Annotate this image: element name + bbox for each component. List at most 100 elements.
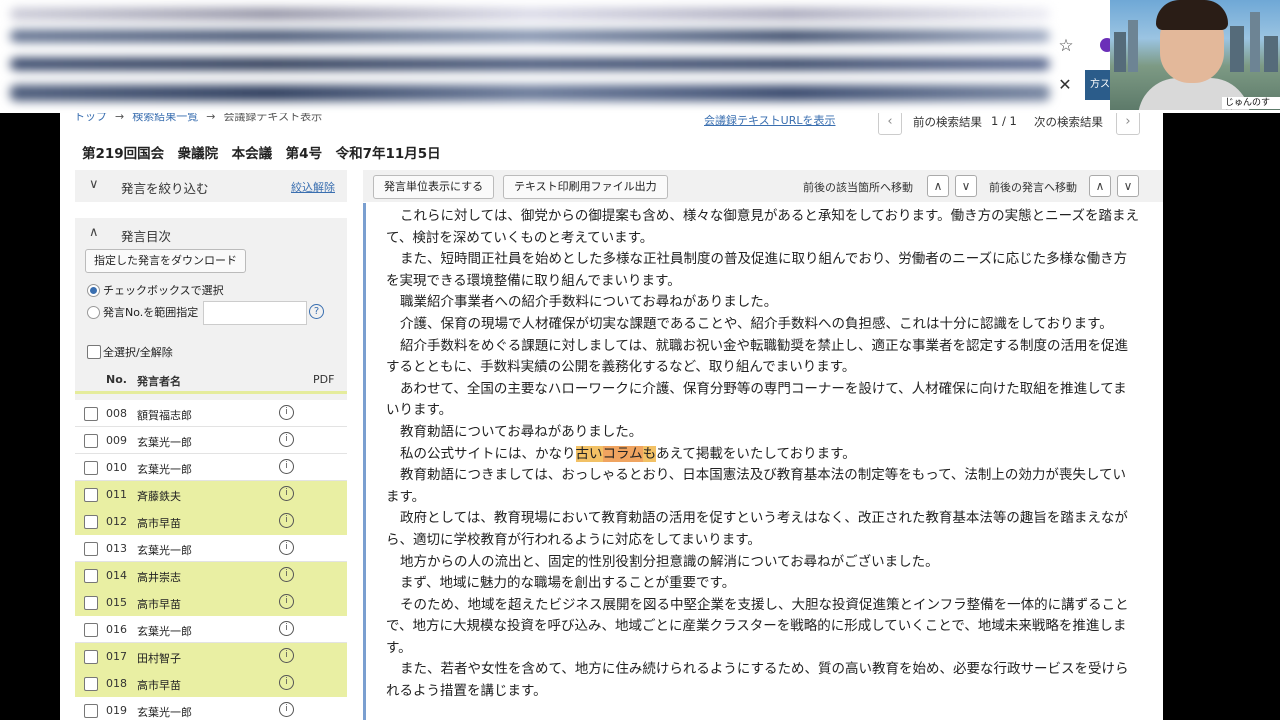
left-panel: ∨ 発言を絞り込む 絞込解除 ∧ 発言目次 指定した発言をダウンロード チェック… [75,170,347,720]
speaker-row[interactable]: 015 高市早苗 i [75,589,347,616]
speaker-name[interactable]: 玄葉光一郎 [137,704,192,720]
clear-filter-link[interactable]: 絞込解除 [291,179,335,195]
text-span: 私の公式サイトには、かなり [400,445,576,462]
speaker-name[interactable]: 高井崇志 [137,569,181,585]
paragraph: また、若者や女性を含めて、地方に住み続けられるようにするため、質の高い教育を始め… [386,661,1129,700]
chevron-up-icon[interactable]: ∧ [1089,175,1111,197]
help-icon[interactable]: ? [309,304,324,319]
search-highlight: も [642,445,657,462]
speaker-row[interactable]: 008 額賀福志郎 i [75,400,347,427]
speaker-row[interactable]: 019 玄葉光一郎 i [75,697,347,720]
breadcrumb: トップ → 検索結果一覧 → 会議録テキスト表示 [74,113,322,124]
speaker-no: 018 [106,677,127,690]
chevron-down-icon[interactable]: ∨ [89,177,99,192]
speaker-row[interactable]: 018 高市早苗 i [75,670,347,697]
paragraph-highlighted: 私の公式サイトには、かなり古いコラムもあえて掲載をいたしております。 [386,444,1139,466]
info-icon[interactable]: i [279,594,294,609]
print-output-button[interactable]: テキスト印刷用ファイル出力 [503,175,668,199]
speaker-no: 015 [106,596,127,609]
breadcrumb-results[interactable]: 検索結果一覧 [132,113,198,123]
speaker-name[interactable]: 玄葉光一郎 [137,623,192,639]
close-icon[interactable]: ✕ [1056,76,1074,94]
show-url-link[interactable]: 会議録テキストURLを表示 [704,113,836,128]
header-divider [75,391,347,394]
speaker-row[interactable]: 011 斉藤鉄夫 i [75,481,347,508]
speaker-name[interactable]: 玄葉光一郎 [137,461,192,477]
filter-section[interactable]: ∨ 発言を絞り込む 絞込解除 [75,170,347,202]
speaker-row[interactable]: 017 田村智子 i [75,643,347,670]
speaker-row[interactable]: 010 玄葉光一郎 i [75,454,347,481]
bookmark-star-icon[interactable]: ☆ [1057,37,1075,55]
next-result-link[interactable]: 次の検索結果 [1034,114,1103,130]
select-all-checkbox[interactable] [87,345,101,359]
row-checkbox[interactable] [84,623,98,637]
info-icon[interactable]: i [279,540,294,555]
breadcrumb-home[interactable]: トップ [74,113,107,123]
by-speech-button[interactable]: 発言単位表示にする [373,175,495,199]
select-all-label: 全選択/全解除 [103,346,173,359]
speaker-row[interactable]: 013 玄葉光一郎 i [75,535,347,562]
chevron-down-icon[interactable]: ∨ [1117,175,1139,197]
chevron-up-icon[interactable]: ∧ [89,225,99,240]
speaker-no: 017 [106,650,127,663]
paragraph: 政府としては、教育現場において教育勅語の活用を促すという考えはなく、改正された教… [386,510,1128,548]
row-checkbox[interactable] [84,434,98,448]
move-match-label: 前後の該当箇所へ移動 [803,181,913,194]
speaker-name[interactable]: 高市早苗 [137,677,181,693]
info-icon[interactable]: i [279,648,294,663]
speaker-name[interactable]: 高市早苗 [137,515,181,531]
info-icon[interactable]: i [279,432,294,447]
radio-range-label: 発言No.を範囲指定 [103,306,199,319]
speaker-no: 012 [106,515,127,528]
prev-result-link[interactable]: 前の検索結果 [913,114,982,130]
minutes-page: トップ → 検索結果一覧 → 会議録テキスト表示 会議録テキストURLを表示 ‹ 前の検… [60,113,1163,720]
info-icon[interactable]: i [279,702,294,717]
info-icon[interactable]: i [279,486,294,501]
speaker-name[interactable]: 田村智子 [137,650,181,666]
speaker-row[interactable]: 016 玄葉光一郎 i [75,616,347,643]
range-input[interactable] [203,301,307,325]
speaker-name[interactable]: 高市早苗 [137,596,181,612]
col-header-pdf: PDF [313,373,335,386]
speaker-no: 013 [106,542,127,555]
blurred-band [10,30,1050,42]
speaker-row[interactable]: 012 高市早苗 i [75,508,347,535]
speaker-name[interactable]: 斉藤鉄夫 [137,488,181,504]
speaker-name[interactable]: 玄葉光一郎 [137,434,192,450]
row-checkbox[interactable] [84,650,98,664]
row-checkbox[interactable] [84,704,98,718]
speaker-row[interactable]: 014 高井崇志 i [75,562,347,589]
row-checkbox[interactable] [84,407,98,421]
row-checkbox[interactable] [84,488,98,502]
next-result-arrow-icon[interactable]: › [1116,113,1140,135]
speaker-name[interactable]: 玄葉光一郎 [137,542,192,558]
row-checkbox[interactable] [84,596,98,610]
result-position: 1 / 1 [991,114,1017,128]
info-icon[interactable]: i [279,513,294,528]
paragraph: 介護、保育の現場で人材確保が切実な課題であることや、紹介手数料への負担感、これは… [400,315,1113,332]
speaker-name[interactable]: 額賀福志郎 [137,407,192,423]
info-icon[interactable]: i [279,675,294,690]
browser-toolbar: ☆ ✕ 方ス [0,0,1280,113]
speaker-row[interactable]: 009 玄葉光一郎 i [75,427,347,454]
info-icon[interactable]: i [279,621,294,636]
filter-title[interactable]: 発言を絞り込む [121,178,209,197]
radio-checkbox-select[interactable] [87,284,100,297]
row-checkbox[interactable] [84,677,98,691]
info-icon[interactable]: i [279,459,294,474]
row-checkbox[interactable] [84,569,98,583]
text-span: あえて掲載をいたしております。 [656,445,856,462]
info-icon[interactable]: i [279,405,294,420]
paragraph: あわせて、全国の主要なハローワークに介護、保育分野等の専門コーナーを設けて、人材… [386,380,1127,419]
prev-result-arrow-icon[interactable]: ‹ [878,113,902,135]
toc-title[interactable]: 発言目次 [121,226,171,245]
row-checkbox[interactable] [84,515,98,529]
radio-range-select[interactable] [87,306,100,319]
info-icon[interactable]: i [279,567,294,582]
row-checkbox[interactable] [84,461,98,475]
paragraph: 教育勅語につきましては、おっしゃるとおり、日本国憲法及び教育基本法の制定等をもっ… [386,467,1127,505]
chevron-down-icon[interactable]: ∨ [955,175,977,197]
row-checkbox[interactable] [84,542,98,556]
chevron-up-icon[interactable]: ∧ [927,175,949,197]
download-selected-button[interactable]: 指定した発言をダウンロード [85,249,246,273]
